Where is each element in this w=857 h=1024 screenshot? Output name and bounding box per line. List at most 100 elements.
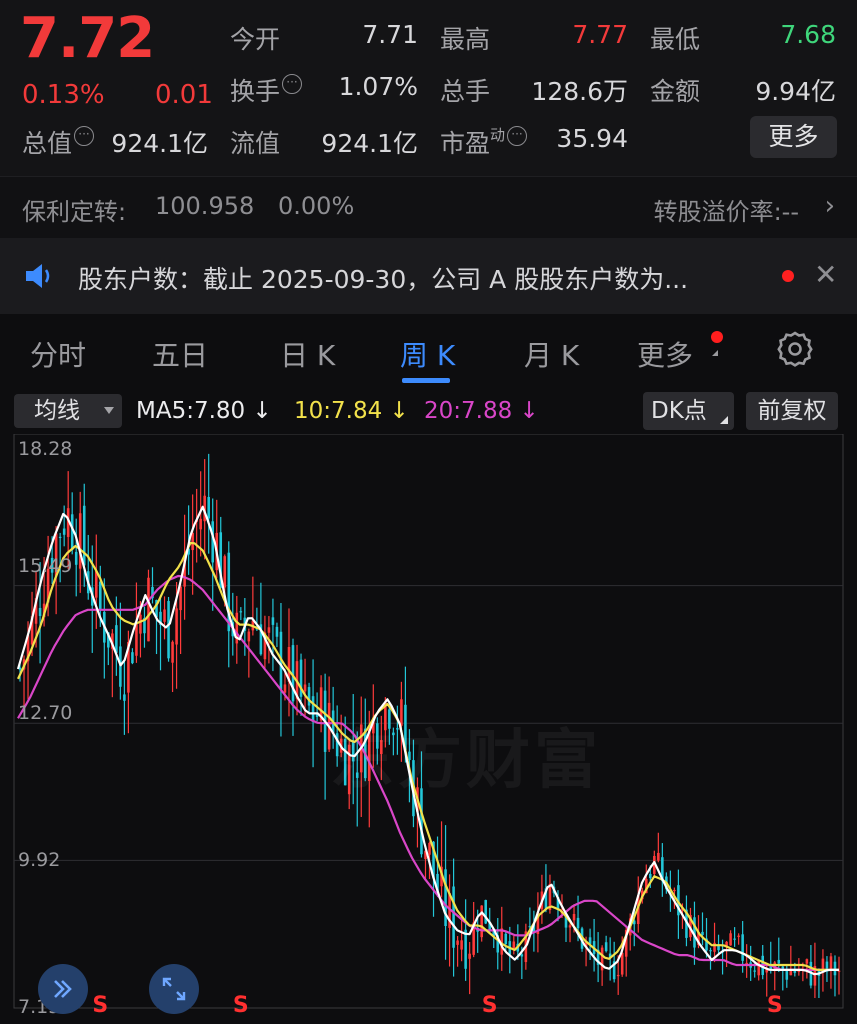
announcement-text[interactable]: 股东户数：截止 2025-09-30，公司 A 股股东户数为...	[78, 260, 688, 296]
candle-body	[58, 536, 62, 539]
float-cap-label: 流值	[230, 129, 281, 158]
candle-body	[616, 974, 620, 977]
close-icon[interactable]: ✕	[814, 258, 837, 291]
tab-five-day[interactable]: 五日	[152, 334, 208, 374]
chevron-right-icon[interactable]: ›	[825, 191, 835, 221]
indicator-bar: 均线 MA5:7.80 ↓ 10:7.84 ↓ 20:7.88 ↓ DK点 前复…	[0, 388, 857, 434]
sell-signal-label: S	[482, 993, 498, 1018]
high-value: 7.77	[572, 20, 628, 49]
convertible-bond-row[interactable]: 保利定转: 100.958 0.00% 转股溢价率:-- ›	[0, 176, 857, 238]
bond-name: 保利定转:	[22, 198, 127, 226]
market-cap-label-text: 总值	[22, 129, 73, 158]
active-tab-indicator	[402, 378, 450, 383]
volume-label: 总手	[440, 77, 491, 106]
unread-dot	[782, 270, 794, 282]
tab-more-caret-icon	[712, 350, 718, 356]
gear-icon[interactable]	[776, 330, 814, 368]
candle-body	[123, 694, 126, 701]
more-quote-button[interactable]: 更多	[750, 116, 837, 158]
candle-body	[115, 625, 118, 653]
info-icon[interactable]: ···	[282, 74, 303, 94]
info-icon[interactable]: ···	[507, 126, 528, 146]
info-icon[interactable]: ···	[74, 126, 95, 146]
ma20-readout: 20:7.88 ↓	[424, 398, 539, 424]
fullscreen-button[interactable]	[149, 964, 199, 1014]
volume-value: 128.6万	[531, 77, 628, 106]
candle-body	[223, 556, 227, 588]
candle-body	[833, 961, 837, 976]
candle-body	[267, 627, 271, 633]
candle-body	[191, 532, 194, 551]
candle-body	[709, 950, 712, 952]
watermark: 东方财富	[330, 724, 602, 798]
candle-body	[568, 925, 572, 928]
open-label: 今开	[230, 25, 281, 54]
market-cap-label[interactable]: 总值 ···	[22, 124, 95, 160]
candle-body	[239, 611, 243, 613]
candle-body	[520, 954, 524, 957]
bond-price: 100.958	[155, 192, 255, 220]
announcement-bar[interactable]: 股东户数：截止 2025-09-30，公司 A 股股东户数为... ✕	[0, 238, 857, 314]
candle-body	[275, 626, 279, 637]
pe-label[interactable]: 市盈动 ···	[440, 124, 528, 160]
candle-body	[452, 886, 455, 948]
low-value: 7.68	[780, 20, 836, 49]
tab-monthly-k[interactable]: 月 K	[524, 334, 579, 374]
candle-body	[62, 528, 66, 535]
tab-daily-k[interactable]: 日 K	[280, 334, 335, 374]
ma-type-select[interactable]: 均线	[14, 394, 122, 428]
dk-point-button[interactable]: DK点	[643, 392, 734, 430]
candle-body	[307, 687, 311, 706]
bond-percent: 0.00%	[278, 192, 355, 220]
collapse-toolbar-button[interactable]	[38, 964, 88, 1014]
quote-panel: 7.72 0.13% 0.01 今开 7.71 最高 7.77 最低 7.68 …	[0, 0, 857, 176]
candle-body	[38, 607, 42, 617]
candle-body	[147, 577, 150, 642]
candle-body	[460, 940, 463, 950]
candle-body	[95, 571, 98, 598]
sell-signal-label: S	[92, 993, 108, 1018]
y-tick-label: 15.49	[18, 555, 73, 577]
ma10-readout: 10:7.84 ↓	[294, 398, 409, 424]
turnover-label[interactable]: 换手 ···	[230, 72, 303, 108]
candle-body	[753, 970, 756, 972]
low-label: 最低	[650, 25, 701, 54]
candle-body	[657, 852, 660, 861]
candle-body	[171, 641, 174, 663]
y-tick-label: 9.92	[18, 849, 61, 871]
float-cap-value: 924.1亿	[321, 129, 418, 158]
last-price: 7.72	[20, 6, 155, 71]
tab-weekly-k[interactable]: 周 K	[400, 334, 455, 374]
open-value: 7.71	[362, 20, 418, 49]
ma5-readout: MA5:7.80 ↓	[136, 398, 272, 424]
candle-body	[729, 933, 732, 946]
price-adjust-button[interactable]: 前复权	[746, 392, 838, 430]
tab-intraday[interactable]: 分时	[30, 334, 86, 374]
high-label: 最高	[440, 25, 491, 54]
candle-body	[271, 617, 275, 625]
candle-body	[199, 518, 202, 530]
candle-body	[785, 970, 789, 980]
weekly-kline-chart[interactable]: SSSS 东方财富 18.28 15.49 12.70 9.92 7.13	[0, 434, 857, 1024]
candle-body	[311, 696, 315, 723]
candle-body	[733, 938, 736, 940]
sell-signal-label: S	[767, 993, 783, 1018]
candle-body	[781, 966, 785, 970]
speaker-icon	[26, 264, 50, 288]
corner-caret-icon	[720, 416, 728, 424]
tab-more[interactable]: 更多	[637, 334, 693, 374]
candle-body	[829, 956, 833, 971]
chart-period-tabs: 分时 五日 日 K 周 K 月 K 更多	[0, 314, 857, 388]
y-tick-label: 18.28	[18, 438, 73, 460]
candle-body	[468, 953, 471, 959]
candle-body	[777, 959, 781, 964]
candle-body	[604, 942, 608, 952]
pe-label-text: 市盈	[440, 129, 491, 158]
expand-arrows-icon	[162, 977, 186, 1001]
candle-body	[131, 652, 134, 664]
change-amount: 0.01	[155, 80, 213, 110]
candle-body	[163, 609, 166, 622]
candle-body	[428, 842, 431, 855]
turnover-value: 1.07%	[338, 72, 418, 101]
ma-type-label: 均线	[34, 398, 80, 424]
